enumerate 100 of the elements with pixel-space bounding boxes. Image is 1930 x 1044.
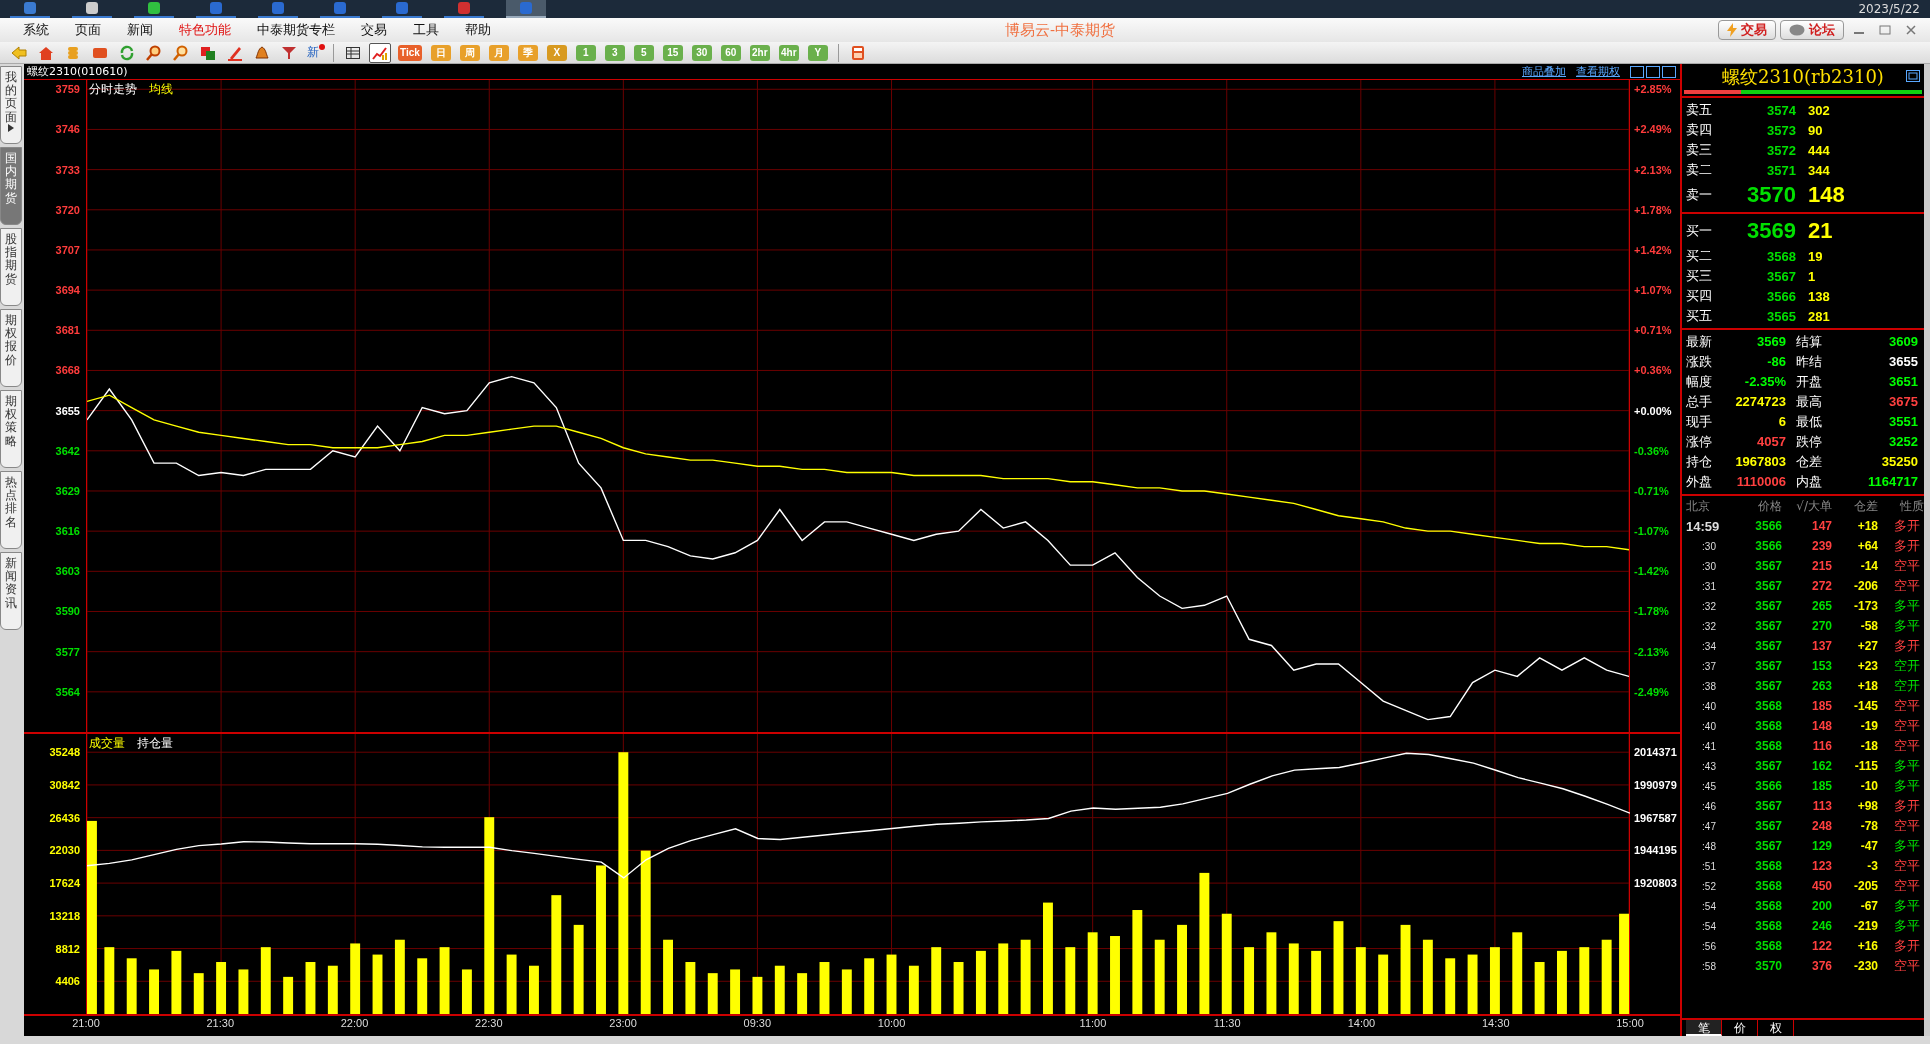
tick-time: :45 [1701,780,1717,792]
percent-tick-label: +1.07% [1634,284,1672,297]
book-volume: 302 [1807,102,1831,118]
forum-button[interactable]: 论坛 [1780,20,1844,40]
tick-volume: 450 [1810,879,1832,893]
menu-item[interactable]: 新闻 [114,21,166,39]
price-tick-label: 3616 [55,525,80,538]
tick-interest-change: -115 [1853,759,1878,773]
sidebar-tab[interactable]: 新闻资讯 [0,552,22,630]
tick-volume: 129 [1810,839,1832,853]
tick-nature: 空平 [1893,877,1921,895]
header-link[interactable]: 商品叠加 [1522,64,1566,79]
tick-nature: 多开 [1893,517,1921,535]
tick-time: :41 [1701,740,1717,752]
percent-tick-label: +1.42% [1634,243,1672,256]
book-label: 买四 [1686,287,1713,305]
menu-item[interactable]: 系统 [10,21,62,39]
price-tick-label: 3668 [55,364,80,377]
menu-item[interactable]: 中泰期货专栏 [244,21,348,39]
book-price: 3572 [1766,142,1796,158]
menu-item[interactable]: 特色功能 [166,21,244,39]
stat-label: 幅度 [1686,373,1713,391]
tick-nature: 空开 [1893,657,1921,675]
tick-nature: 多平 [1893,757,1921,775]
tick-time: :30 [1701,560,1717,572]
tick-interest-change: -205 [1852,879,1878,893]
stat-label: 涨跌 [1686,353,1713,371]
interest-tick-label: 1967587 [1634,811,1677,824]
sidebar-tab[interactable]: 股指期货 [0,228,22,306]
tick-volume: 185 [1810,699,1832,713]
tick-price: 3567 [1754,559,1782,573]
stat-value: 3252 [1888,433,1918,451]
tick-price: 3568 [1754,939,1782,953]
tick-volume: 162 [1810,759,1832,773]
sidebar-tab[interactable]: 期权策略 [0,390,22,468]
percent-tick-label: -1.42% [1634,565,1669,578]
tick-time: :58 [1701,960,1717,972]
book-volume: 138 [1807,288,1831,304]
tick-interest-change: +98 [1856,799,1878,813]
book-label: 卖三 [1686,141,1713,159]
tick-interest-change: -230 [1852,959,1878,973]
tick-nature: 空平 [1893,557,1921,575]
sidebar-tab[interactable]: 国内期货 [0,147,22,225]
trade-button[interactable]: 交易 [1718,20,1776,40]
tick-interest-change: -206 [1852,579,1878,593]
price-tick-label: 3642 [55,444,80,457]
book-volume: 1 [1807,268,1817,284]
tick-volume: 153 [1810,659,1832,673]
tick-nature: 多平 [1893,897,1921,915]
percent-tick-label: -1.07% [1634,525,1669,538]
tick-volume: 272 [1810,579,1832,593]
menu-item[interactable]: 页面 [62,21,114,39]
header-link[interactable]: 查看期权 [1576,64,1620,79]
book-price: 3574 [1766,102,1796,118]
percent-tick-label: +0.00% [1634,404,1672,417]
stat-label: 跌停 [1796,433,1823,451]
price-tick-label: 3655 [55,404,80,417]
bottom-tab[interactable]: 笔 [1686,1020,1722,1036]
window-icon[interactable] [1906,70,1920,82]
book-label: 买五 [1686,307,1713,325]
stat-label: 现手 [1686,413,1713,431]
stat-label: 仓差 [1796,453,1823,471]
tick-interest-change: -145 [1852,699,1878,713]
book-volume: 90 [1807,122,1824,138]
tick-interest-change: +23 [1856,659,1878,673]
book-volume: 281 [1807,308,1831,324]
app-icon [147,1,161,15]
stat-label: 外盘 [1686,473,1713,491]
new-button[interactable]: 新 [305,44,325,61]
tick-nature: 空平 [1893,577,1921,595]
tick-volume: 185 [1810,779,1832,793]
sidebar-tab[interactable]: 热点排名 [0,471,22,549]
tick-interest-change: +18 [1856,679,1878,693]
column-header: 仓差 [1853,497,1878,515]
percent-tick-label: +1.78% [1634,203,1672,216]
tick-nature: 多平 [1893,617,1921,635]
tick-time: :51 [1701,860,1717,872]
book-label: 卖四 [1686,121,1713,139]
price-tick-label: 3590 [55,605,80,618]
menu-item[interactable]: 交易 [348,21,400,39]
period-button[interactable]: Tick [398,44,422,61]
sidebar-tab[interactable]: 我的页面 [0,66,22,144]
menu-item[interactable]: 帮助 [452,21,504,39]
tick-price: 3568 [1754,739,1782,753]
menu-item[interactable]: 工具 [400,21,452,39]
tick-nature: 空平 [1893,697,1921,715]
tick-price: 3570 [1754,959,1782,973]
time-label: 11:00 [1079,1017,1107,1029]
tick-nature: 空平 [1893,957,1921,975]
sidebar-tab[interactable]: 期权报价 [0,309,22,387]
stat-value: 3609 [1888,333,1918,351]
book-volume: 148 [1807,182,1846,208]
taskbar-date: 2023/5/22 [1858,2,1920,16]
interest-tick-label: 1920803 [1634,877,1677,890]
price-tick-label: 3603 [55,565,80,578]
book-price: 3566 [1766,288,1796,304]
book-label: 买一 [1686,222,1713,240]
app-icon [333,1,347,15]
stat-label: 总手 [1686,393,1713,411]
legend-label: 成交量 [89,735,125,752]
